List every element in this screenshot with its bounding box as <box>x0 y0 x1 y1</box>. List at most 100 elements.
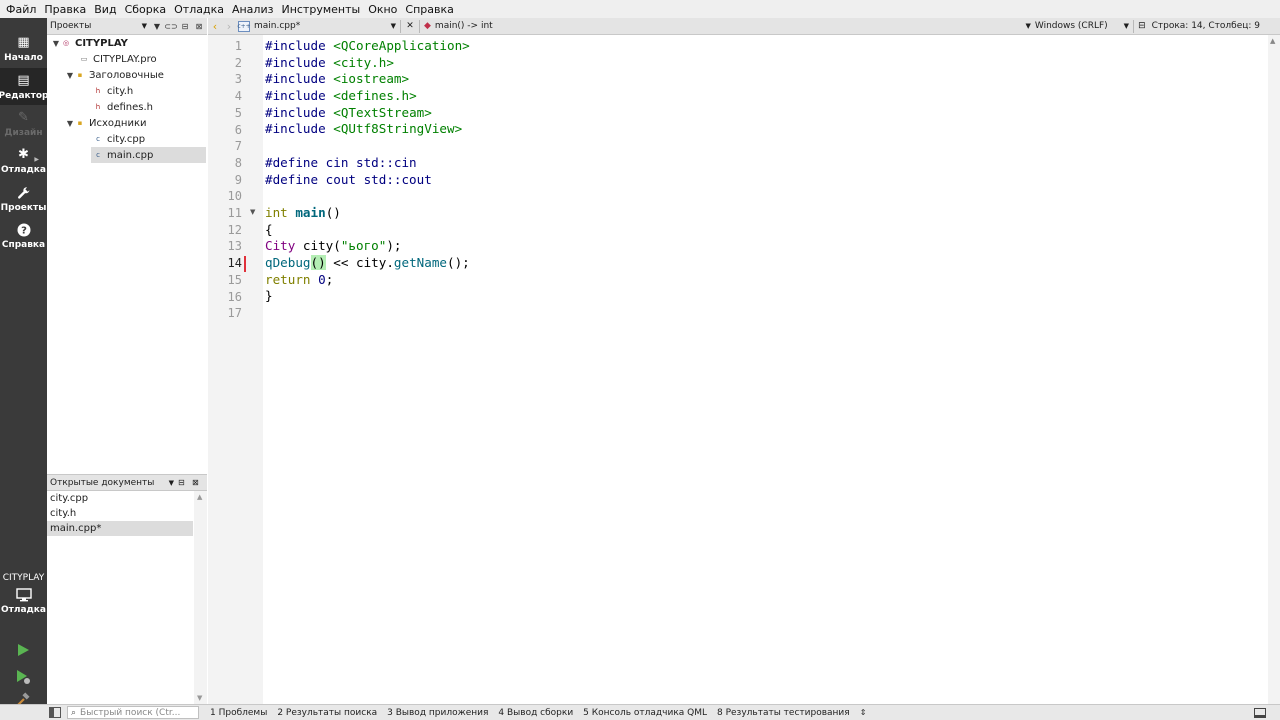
filter-icon[interactable]: ▼ <box>151 20 163 32</box>
kit-selector[interactable]: CITYPLAY Отладка <box>0 573 47 615</box>
code-line: City city("ього"); <box>265 238 1265 255</box>
pane-search-results[interactable]: 2 Результаты поиска <box>272 708 382 718</box>
code-line: #include <defines.h> <box>265 88 1265 105</box>
scroll-up-icon[interactable]: ▲ <box>1270 37 1278 49</box>
chevron-down-icon[interactable]: ▼ <box>142 22 147 30</box>
cursor-position[interactable]: Строка: 14, Столбец: 9 <box>1152 21 1260 31</box>
projects-view-selector[interactable]: Проекты <box>50 21 91 31</box>
more-panes-icon[interactable]: ⇕ <box>855 708 872 717</box>
document-selector[interactable]: c++ main.cpp* ▼ <box>236 18 396 35</box>
editor-status: ▼ Windows (CRLF) ▼ ⊟ Строка: 14, Столбец… <box>1025 19 1280 33</box>
chevron-down-icon: ▼ <box>390 22 396 30</box>
line-number: 1 <box>234 39 242 53</box>
line-ending-selector[interactable]: Windows (CRLF) <box>1035 21 1108 31</box>
include-path: <iostream> <box>333 71 410 87</box>
define-directive: #define cin std::cin <box>265 154 417 170</box>
quick-search-input[interactable]: ⌕ Быстрый поиск (Ctr... <box>67 706 199 719</box>
expand-arrow-icon[interactable]: ▼ <box>51 39 61 48</box>
forward-arrow-icon[interactable]: › <box>222 20 236 33</box>
menu-window[interactable]: Окно <box>364 3 401 16</box>
projects-panel-header: Проекты ▼ ▼ ⊂⊃ ⊟ ⊠ <box>47 18 207 35</box>
debug-run-button[interactable] <box>14 668 32 686</box>
open-documents-title[interactable]: Открытые документы <box>50 478 154 488</box>
menu-file[interactable]: Файл <box>2 3 40 16</box>
chevron-down-icon[interactable]: ▼ <box>1124 22 1129 30</box>
line-number: 15 <box>227 272 242 287</box>
split-icon[interactable]: ⊟ <box>1138 21 1146 31</box>
include-path: <QCoreApplication> <box>333 38 470 53</box>
toggle-output-pane-icon[interactable] <box>1254 707 1266 718</box>
back-arrow-icon[interactable]: ‹ <box>208 20 222 33</box>
expand-arrow-icon[interactable]: ▼ <box>65 119 75 128</box>
tree-node-headers[interactable]: ▼ ▪ Заголовочные <box>65 67 164 83</box>
menu-analyze[interactable]: Анализ <box>228 3 278 16</box>
open-doc-item[interactable]: city.cpp <box>47 491 193 506</box>
scroll-down-icon[interactable]: ▼ <box>197 694 202 702</box>
menu-view[interactable]: Вид <box>90 3 120 16</box>
split-icon[interactable]: ⊟ <box>178 478 190 487</box>
split-icon[interactable]: ⊟ <box>179 20 191 32</box>
expand-arrow-icon[interactable]: ▼ <box>65 71 75 80</box>
divider <box>400 19 401 33</box>
tree-node-project[interactable]: ▼ ◎ CITYPLAY <box>51 35 128 51</box>
close-panel-icon[interactable]: ⊠ <box>192 478 204 487</box>
open-doc-item[interactable]: main.cpp* <box>47 521 193 536</box>
mode-design[interactable]: ✎ Дизайн <box>0 105 47 142</box>
pane-application-output[interactable]: 3 Вывод приложения <box>382 708 493 718</box>
toggle-sidebar-icon[interactable] <box>49 707 61 718</box>
run-button[interactable] <box>14 641 32 659</box>
line-number: 3 <box>234 72 242 87</box>
tree-node-sources[interactable]: ▼ ▪ Исходники <box>65 115 147 131</box>
open-doc-item[interactable]: city.h <box>47 506 193 521</box>
mode-projects[interactable]: Проекты <box>0 180 47 217</box>
cpp-file-icon: c <box>96 151 100 159</box>
wrench-icon <box>16 185 32 201</box>
debug-play-icon <box>17 670 30 684</box>
menu-help[interactable]: Справка <box>401 3 457 16</box>
tree-node-label: CITYPLAY.pro <box>93 53 157 65</box>
pane-qml-debugger-console[interactable]: 5 Консоль отладчика QML <box>578 708 712 718</box>
tree-node-pro-file[interactable]: ▭ CITYPLAY.pro <box>79 51 157 67</box>
menu-edit[interactable]: Правка <box>40 3 90 16</box>
status-bar: ⌕ Быстрый поиск (Ctr... 1 Проблемы 2 Рез… <box>0 704 1280 720</box>
mode-label: Отладка <box>1 164 46 175</box>
tree-node-defines-h[interactable]: h defines.h <box>93 99 153 115</box>
code-editor[interactable]: #include <QCoreApplication> #include <ci… <box>265 38 1265 322</box>
pane-compile-output[interactable]: 4 Вывод сборки <box>493 708 578 718</box>
close-icon[interactable]: ✕ <box>405 21 415 31</box>
pane-test-results[interactable]: 8 Результаты тестирования <box>712 708 855 718</box>
line-number: 9 <box>234 172 242 187</box>
mode-debug[interactable]: ✱ Отладка ▶ <box>0 142 47 179</box>
scroll-up-icon[interactable]: ▲ <box>197 493 202 501</box>
editor-scrollbar[interactable]: ▲ <box>1268 35 1280 704</box>
string-literal: "ього" <box>340 238 387 254</box>
menu-build[interactable]: Сборка <box>121 3 171 16</box>
tree-node-main-cpp[interactable]: c main.cpp <box>91 147 206 163</box>
preprocessor-directive: #include <box>265 104 334 120</box>
project-tree: ▼ ◎ CITYPLAY ▭ CITYPLAY.pro ▼ ▪ Заголово… <box>47 35 207 474</box>
tree-node-city-h[interactable]: h city.h <box>93 83 133 99</box>
preprocessor-directive: #include <box>265 121 334 137</box>
line-number: 10 <box>227 189 242 204</box>
mode-welcome[interactable]: ▦ Начало <box>0 30 47 67</box>
close-panel-icon[interactable]: ⊠ <box>193 20 205 32</box>
include-path: <QTextStream> <box>333 104 432 120</box>
menu-debug[interactable]: Отладка <box>170 3 228 16</box>
pencil-icon: ✎ <box>18 110 29 125</box>
mode-editor[interactable]: ▤ Редактор <box>0 68 49 105</box>
code-text: ); <box>386 238 402 254</box>
function-symbol-selector[interactable]: main() -> int <box>435 21 493 31</box>
mode-label: Редактор <box>0 90 49 101</box>
line-number-gutter[interactable]: 1 2 3 4 5 6 7 8 9 10 11 12 13 14 15 16 1… <box>208 35 263 704</box>
tree-node-city-cpp[interactable]: c city.cpp <box>93 131 145 147</box>
fold-arrow-icon[interactable]: ▼ <box>250 208 255 216</box>
tree-node-label: defines.h <box>107 101 154 113</box>
pane-issues[interactable]: 1 Проблемы <box>205 708 272 718</box>
menu-tools[interactable]: Инструменты <box>277 3 364 16</box>
line-number-current: 14 <box>227 256 242 271</box>
mode-help[interactable]: ? Справка <box>0 217 47 254</box>
scrollbar[interactable]: ▲ ▼ <box>194 491 207 704</box>
cpp-file-icon: c <box>96 135 100 143</box>
chevron-down-icon[interactable]: ▼ <box>169 479 174 487</box>
link-icon[interactable]: ⊂⊃ <box>164 20 177 32</box>
